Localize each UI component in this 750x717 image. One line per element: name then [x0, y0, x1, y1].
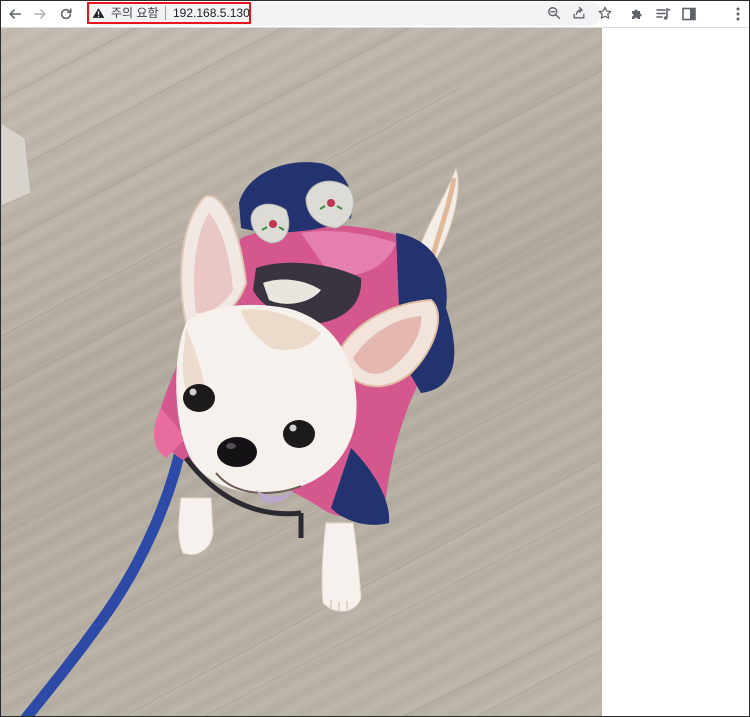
- page-content: [1, 28, 749, 716]
- reload-button[interactable]: [56, 4, 76, 24]
- puzzle-piece-icon[interactable]: [629, 6, 645, 22]
- star-icon[interactable]: [598, 6, 612, 20]
- dog-illustration: [1, 28, 602, 716]
- omnibox-separator: [165, 6, 166, 20]
- warning-triangle-icon[interactable]: [92, 7, 105, 19]
- reload-icon: [60, 8, 72, 20]
- magnifier-icon[interactable]: [547, 6, 561, 20]
- share-icon[interactable]: [572, 6, 586, 20]
- browser-toolbar: 주의 요함 192.168.5.130: [1, 1, 749, 28]
- side-panel-icon[interactable]: [681, 6, 697, 22]
- three-dots-icon[interactable]: [733, 6, 743, 22]
- security-status-label[interactable]: 주의 요함: [111, 6, 159, 20]
- back-button[interactable]: [5, 4, 25, 24]
- dog-photo: [1, 28, 602, 716]
- playlist-icon[interactable]: [655, 6, 671, 22]
- arrow-right-icon: [33, 9, 46, 19]
- forward-button[interactable]: [30, 4, 50, 24]
- browser-window: 주의 요함 192.168.5.130: [0, 0, 750, 717]
- arrow-left-icon: [9, 9, 22, 19]
- url-text[interactable]: 192.168.5.130: [173, 6, 250, 20]
